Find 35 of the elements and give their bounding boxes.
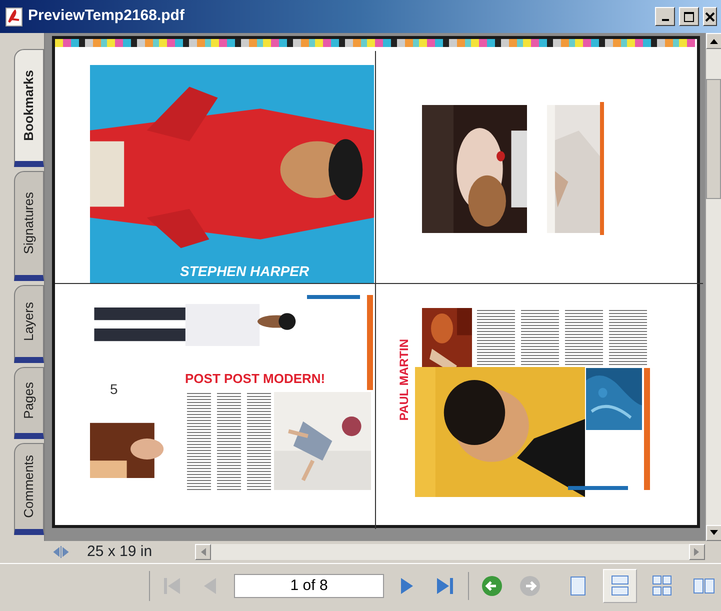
page-size-label: 25 x 19 in: [86, 542, 154, 562]
page-number-field[interactable]: 1 of 8: [234, 574, 384, 598]
back-icon: [481, 574, 503, 596]
article-headline: POST POST MODERN!: [185, 370, 326, 388]
minimize-button[interactable]: [655, 7, 675, 26]
forward-icon: [519, 574, 541, 596]
up-arrow-icon: [710, 38, 718, 44]
article-title: PAUL MARTIN: [396, 339, 412, 421]
left-arrow-icon: [200, 548, 206, 556]
sidebar-tab[interactable]: Signatures: [14, 171, 44, 281]
down-arrow-icon: [710, 530, 718, 536]
close-button[interactable]: [703, 7, 717, 26]
maximize-icon: [684, 12, 694, 22]
accent-bar: [307, 295, 360, 299]
pdf-icon: [4, 6, 24, 26]
scroll-down-button[interactable]: [706, 525, 721, 541]
scroll-thumb[interactable]: [706, 79, 721, 199]
accent-bar: [568, 486, 628, 490]
continuous-page-button[interactable]: [603, 568, 637, 602]
scroll-up-button[interactable]: [706, 33, 721, 49]
scroll-right-button[interactable]: [689, 544, 705, 560]
sidebar-tab[interactable]: Pages: [14, 367, 44, 439]
page-number: 5: [110, 380, 118, 399]
minimize-icon: [662, 19, 668, 21]
sidebar-tab[interactable]: Bookmarks: [14, 49, 44, 167]
window-title: PreviewTemp2168.pdf: [28, 6, 186, 26]
continuous-facing-icon: [650, 574, 674, 598]
split-icon[interactable]: [51, 545, 71, 559]
maximize-button[interactable]: [679, 7, 699, 26]
photo-caption: STEPHEN HARPER: [180, 262, 310, 281]
right-arrow-icon: [694, 548, 700, 556]
sidebar-tab[interactable]: Layers: [14, 285, 44, 363]
scroll-left-button[interactable]: [195, 544, 211, 560]
sidebar-tab[interactable]: Comments: [14, 443, 44, 535]
close-icon: [705, 12, 715, 22]
